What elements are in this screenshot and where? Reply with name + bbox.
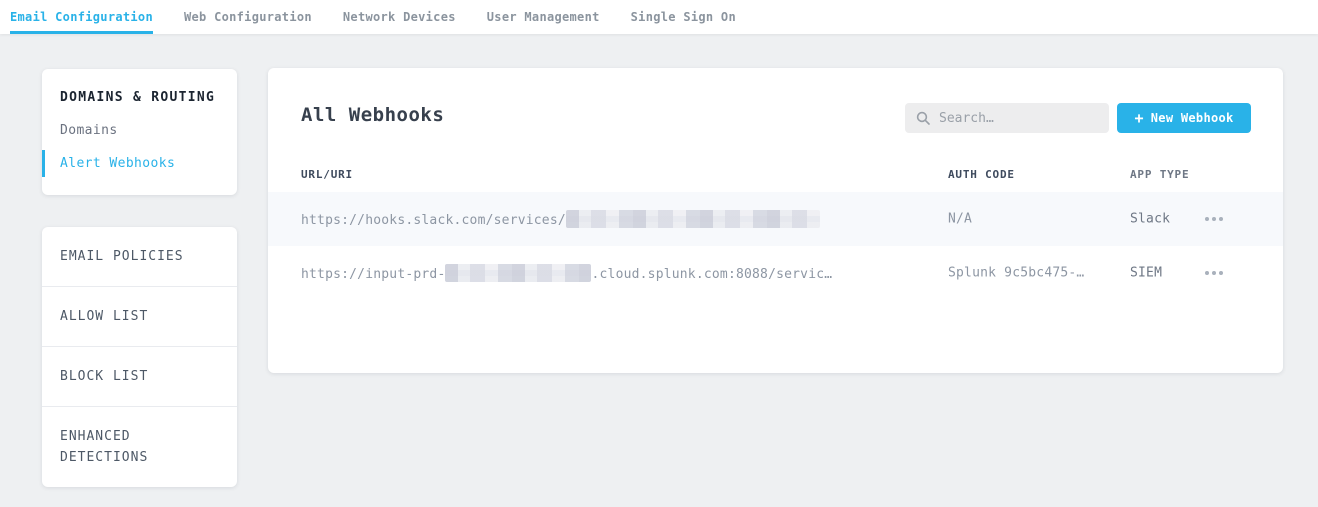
webhook-app-type: Slack xyxy=(1130,212,1170,227)
sidebar-item-allow-list[interactable]: ALLOW LIST xyxy=(42,286,237,346)
sidebar-item-domains[interactable]: Domains xyxy=(60,123,237,138)
sidebar-section-title: DOMAINS & ROUTING xyxy=(60,90,237,105)
tab-web-configuration[interactable]: Web Configuration xyxy=(184,0,312,34)
sidebar-domains-routing-card: DOMAINS & ROUTING Domains Alert Webhooks xyxy=(42,69,237,195)
tab-network-devices[interactable]: Network Devices xyxy=(343,0,456,34)
search-icon xyxy=(916,111,930,125)
webhooks-panel: All Webhooks + New Webhook URL/URI AUTH … xyxy=(268,68,1283,373)
sidebar-item-enhanced-detections[interactable]: ENHANCED DETECTIONS xyxy=(42,406,237,487)
sidebar-item-email-policies[interactable]: EMAIL POLICIES xyxy=(42,227,237,286)
tab-user-management[interactable]: User Management xyxy=(487,0,600,34)
new-webhook-button-label: New Webhook xyxy=(1151,111,1234,125)
table-row: https://input-prd- .cloud.splunk.com:8088… xyxy=(268,246,1283,300)
webhook-auth-code: N/A xyxy=(948,212,972,227)
webhook-url-prefix: https://hooks.slack.com/services/ xyxy=(301,213,566,228)
webhook-url-prefix: https://input-prd- xyxy=(301,267,445,282)
row-actions-ellipsis-icon[interactable] xyxy=(1201,265,1227,281)
column-header-auth-code: AUTH CODE xyxy=(948,168,1015,181)
search-input[interactable] xyxy=(939,111,1098,126)
sidebar-policies-card: EMAIL POLICIES ALLOW LIST BLOCK LIST ENH… xyxy=(42,227,237,487)
page-title: All Webhooks xyxy=(301,104,444,126)
column-header-url: URL/URI xyxy=(301,168,353,181)
top-nav: Email Configuration Web Configuration Ne… xyxy=(0,0,1318,34)
table-header: URL/URI AUTH CODE APP TYPE xyxy=(268,164,1283,188)
search-box[interactable] xyxy=(905,103,1109,133)
tab-email-configuration[interactable]: Email Configuration xyxy=(10,0,153,34)
plus-icon: + xyxy=(1134,111,1143,126)
webhook-url: https://input-prd- .cloud.splunk.com:8088… xyxy=(301,264,832,282)
redacted-url-segment xyxy=(445,264,591,282)
tab-single-sign-on[interactable]: Single Sign On xyxy=(631,0,736,34)
webhook-auth-code: Splunk 9c5bc475-… xyxy=(948,266,1084,281)
redacted-url-segment xyxy=(566,210,820,228)
webhook-app-type: SIEM xyxy=(1130,266,1162,281)
webhook-url-suffix: .cloud.splunk.com:8088/servic… xyxy=(591,267,832,282)
column-header-app-type: APP TYPE xyxy=(1130,168,1189,181)
table-row: https://hooks.slack.com/services/ N/A Sl… xyxy=(268,192,1283,246)
new-webhook-button[interactable]: + New Webhook xyxy=(1117,103,1251,133)
sidebar-item-alert-webhooks[interactable]: Alert Webhooks xyxy=(42,150,237,177)
webhook-url: https://hooks.slack.com/services/ xyxy=(301,210,820,228)
row-actions-ellipsis-icon[interactable] xyxy=(1201,211,1227,227)
sidebar-item-block-list[interactable]: BLOCK LIST xyxy=(42,346,237,406)
